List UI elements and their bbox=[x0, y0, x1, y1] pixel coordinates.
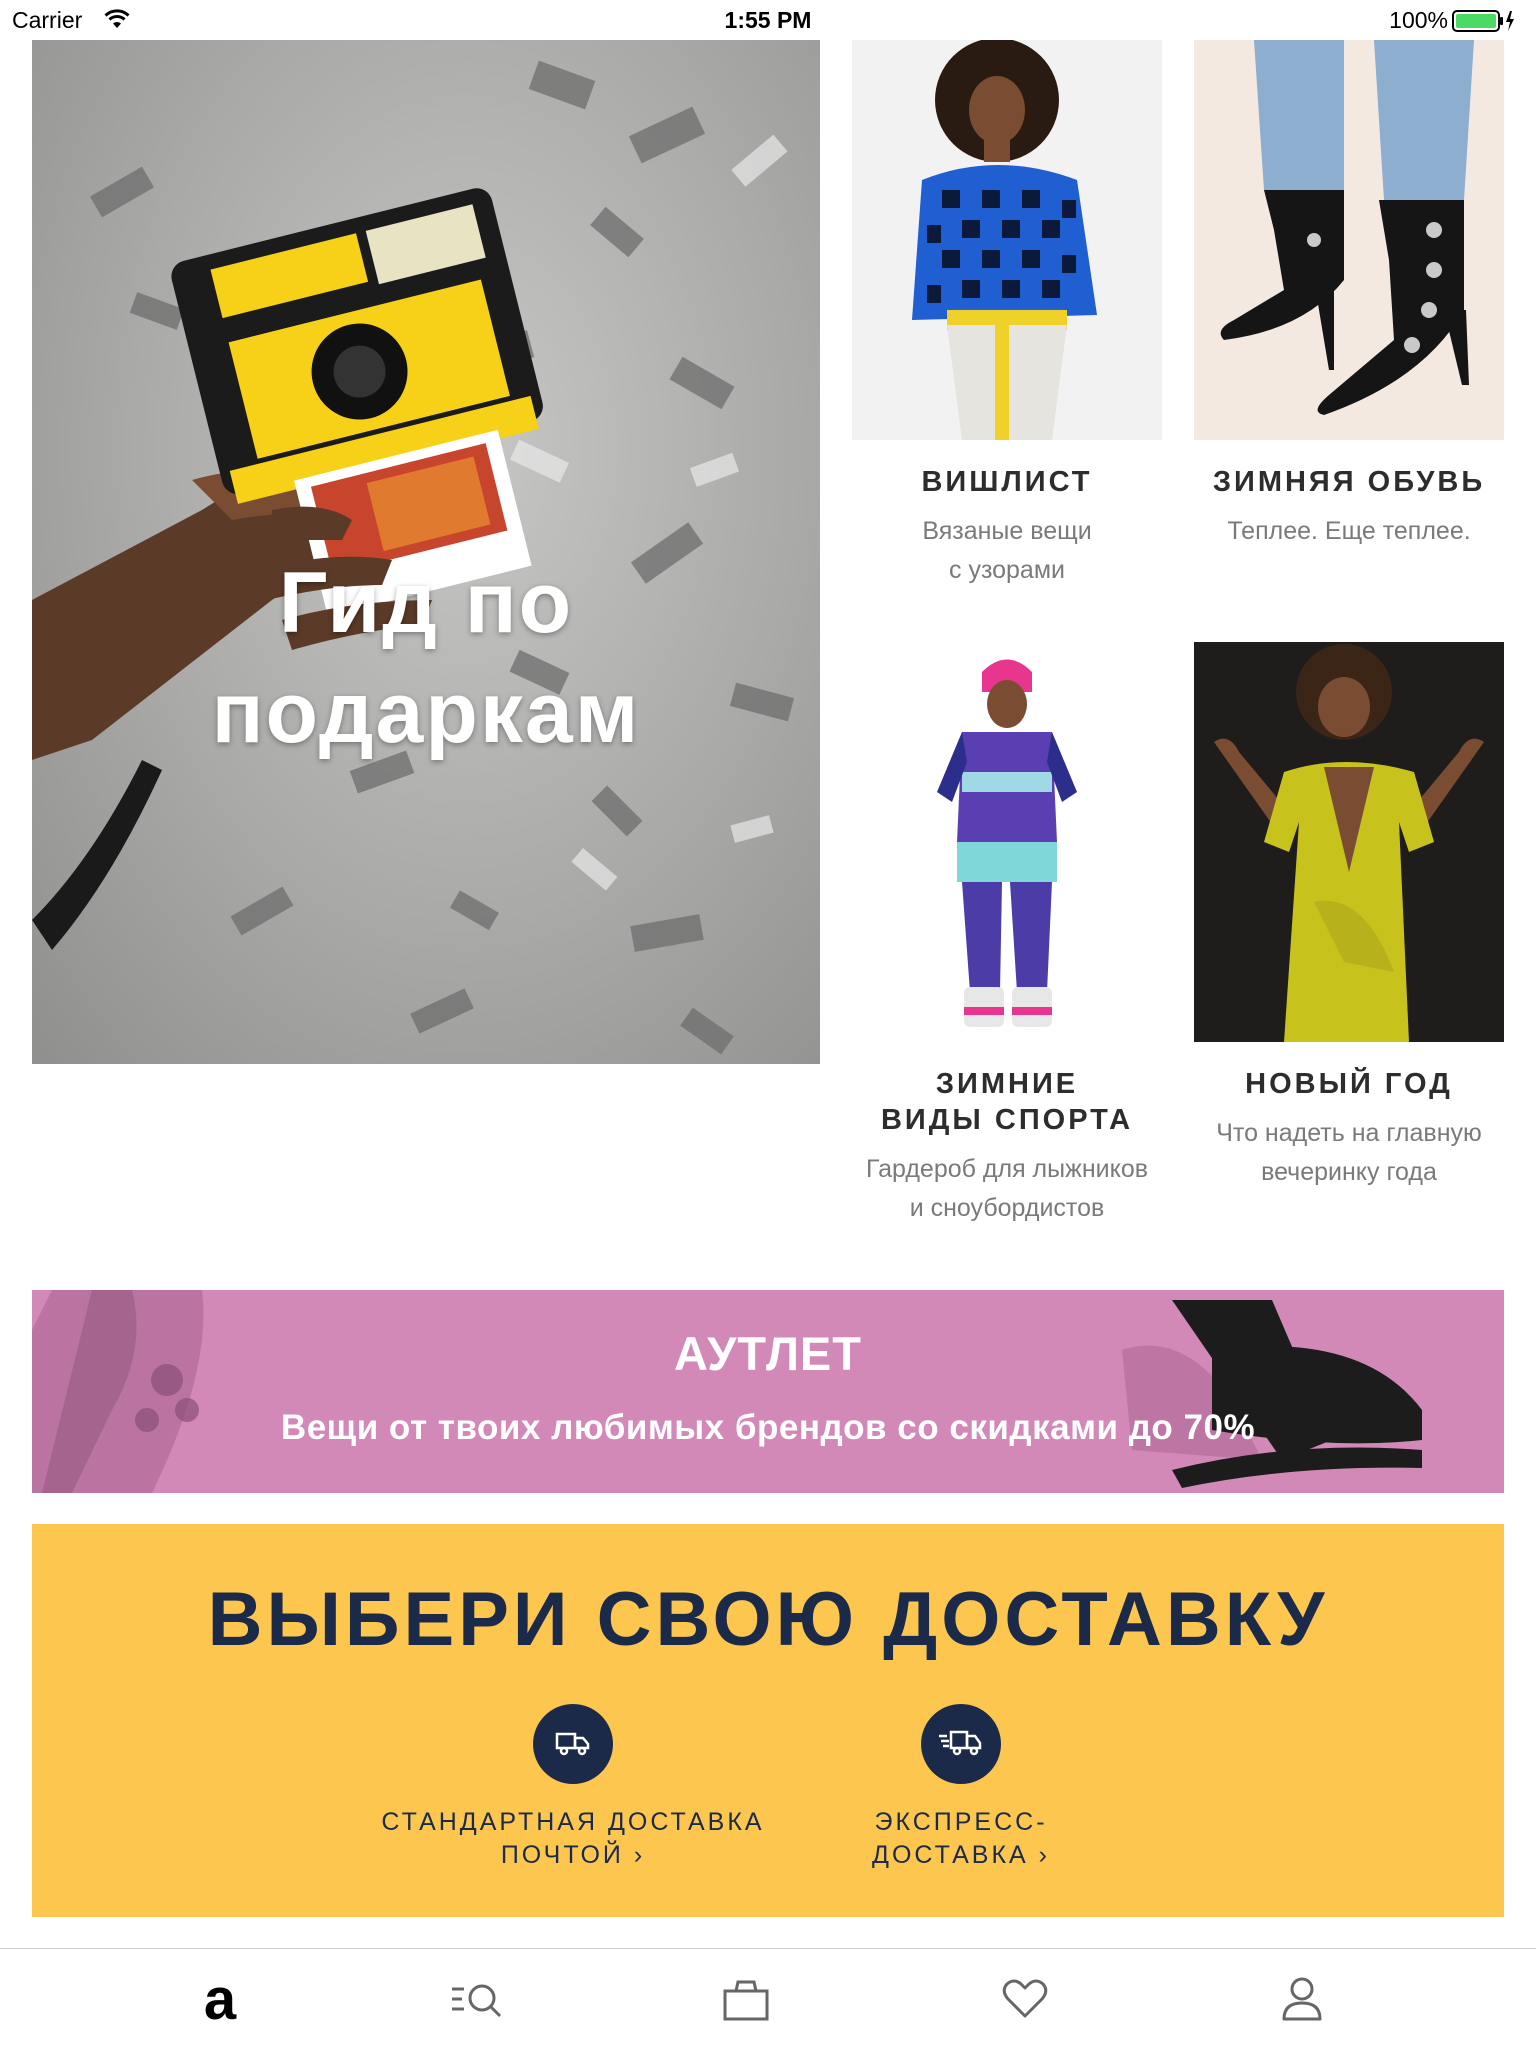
delivery-banner: ВЫБЕРИ СВОЮ ДОСТАВКУ СТАНДАРТНАЯ ДОСТАВК… bbox=[32, 1524, 1504, 1917]
tab-home[interactable]: a bbox=[190, 1969, 250, 2029]
gift-guide-hero-card[interactable]: Гид по подаркам bbox=[32, 40, 820, 1064]
delivery-title: ВЫБЕРИ СВОЮ ДОСТАВКУ bbox=[207, 1577, 1329, 1662]
heart-icon bbox=[1002, 1979, 1048, 2018]
category-subtitle-new-year: Что надеть на главную вечеринку года bbox=[1216, 1119, 1482, 1186]
standard-delivery-label: СТАНДАРТНАЯ ДОСТАВКА ПОЧТОЙ › bbox=[381, 1808, 765, 1869]
express-delivery-label: ЭКСПРЕСС- ДОСТАВКА › bbox=[872, 1808, 1050, 1869]
express-delivery-option[interactable]: ЭКСПРЕСС- ДОСТАВКА › bbox=[751, 1704, 1171, 1872]
battery-percent: 100% bbox=[1389, 7, 1448, 33]
skier-image bbox=[852, 642, 1162, 1042]
category-subtitle-winter-sports: Гардероб для лыжников и сноубордистов bbox=[865, 1155, 1149, 1222]
outlet-banner[interactable]: АУТЛЕТ Вещи от твоих любимых брендов со … bbox=[32, 1290, 1504, 1493]
home-logo-icon: a bbox=[204, 1969, 237, 2029]
category-title-new-year: НОВЫЙ ГОД bbox=[1245, 1068, 1453, 1100]
standard-delivery-option[interactable]: СТАНДАРТНАЯ ДОСТАВКА ПОЧТОЙ › bbox=[363, 1704, 783, 1872]
tab-profile[interactable] bbox=[1272, 1969, 1332, 2029]
category-subtitle-winter-shoes: Теплее. Еще теплее. bbox=[1227, 517, 1471, 545]
category-title-wishlist: ВИШЛИСТ bbox=[921, 466, 1093, 498]
category-title-winter-shoes: ЗИМНЯЯ ОБУВЬ bbox=[1212, 466, 1486, 498]
battery-icon bbox=[1452, 10, 1514, 32]
fast-truck-icon bbox=[921, 1704, 1001, 1784]
category-card-new-year[interactable]: НОВЫЙ ГОД Что надеть на главную вечеринк… bbox=[1194, 642, 1504, 1192]
boots-image bbox=[1194, 40, 1504, 440]
category-title-winter-sports: ЗИМНИЕ ВИДЫ СПОРТА bbox=[880, 1068, 1134, 1136]
outlet-banner-image bbox=[32, 1290, 1422, 1493]
outlet-title: АУТЛЕТ bbox=[674, 1327, 862, 1380]
tab-bag[interactable] bbox=[716, 1969, 776, 2029]
truck-icon bbox=[533, 1704, 613, 1784]
category-card-winter-sports[interactable]: ЗИМНИЕ ВИДЫ СПОРТА Гардероб для лыжников… bbox=[852, 642, 1162, 1228]
category-image-wishlist bbox=[852, 40, 1162, 440]
search-categories-icon bbox=[452, 1984, 502, 2018]
category-image-winter-shoes bbox=[1194, 40, 1504, 440]
hero-title: Гид по подаркам bbox=[211, 555, 641, 761]
profile-icon bbox=[1282, 1977, 1322, 2021]
svg-text:a: a bbox=[204, 1969, 237, 2029]
tab-search[interactable] bbox=[450, 1969, 510, 2029]
party-dress-image bbox=[1194, 642, 1504, 1042]
category-card-winter-shoes[interactable]: ЗИМНЯЯ ОБУВЬ Теплее. Еще теплее. bbox=[1194, 40, 1504, 551]
tab-saved[interactable] bbox=[995, 1969, 1055, 2029]
category-image-new-year bbox=[1194, 642, 1504, 1042]
category-image-winter-sports bbox=[852, 642, 1162, 1042]
category-subtitle-wishlist: Вязаные вещи с узорами bbox=[922, 517, 1092, 584]
category-card-wishlist[interactable]: ВИШЛИСТ Вязаные вещи с узорами bbox=[852, 40, 1162, 590]
bag-icon bbox=[723, 1980, 769, 2021]
status-bar: Carrier 1:55 PM 100% bbox=[0, 0, 1536, 40]
model-sweater-image bbox=[852, 40, 1162, 440]
tab-bar: a bbox=[0, 1948, 1536, 2048]
outlet-subtitle: Вещи от твоих любимых брендов со скидкам… bbox=[280, 1408, 1256, 1447]
clock: 1:55 PM bbox=[724, 7, 812, 33]
